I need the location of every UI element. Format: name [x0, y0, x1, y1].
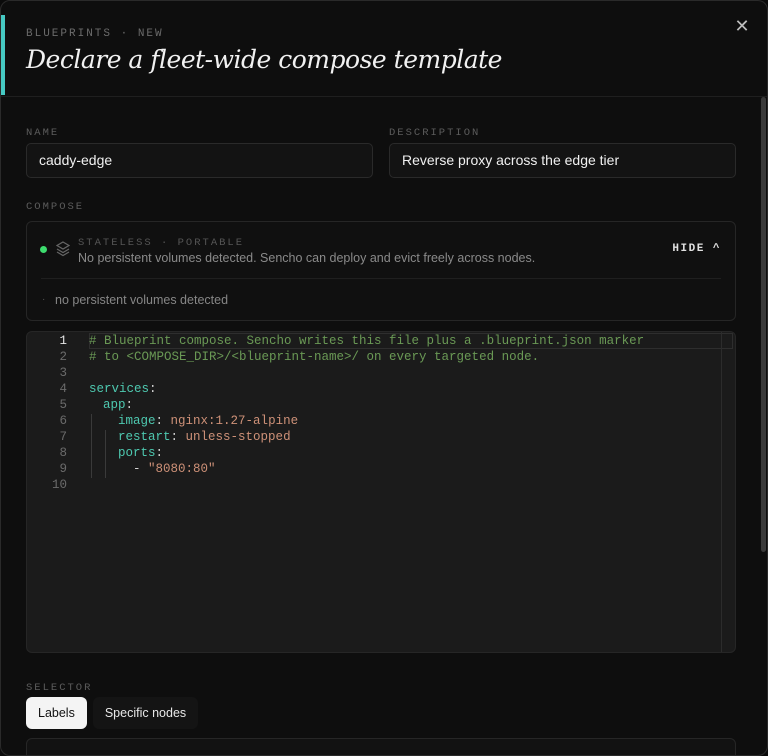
line-number: 8: [59, 446, 67, 460]
code-line: restart: unless-stopped: [118, 430, 291, 444]
selector-label: SELECTOR: [26, 682, 93, 694]
compose-status-card: STATELESS · PORTABLE No persistent volum…: [26, 221, 736, 321]
close-icon[interactable]: ✕: [731, 15, 753, 37]
yaml-colon: :: [155, 446, 164, 460]
tab-specific-nodes[interactable]: Specific nodes: [92, 697, 199, 729]
selector-tabs: Labels Specific nodes: [26, 697, 199, 729]
divider: [41, 278, 721, 279]
yaml-value: "8080:80": [148, 462, 216, 476]
code-line: ports:: [118, 446, 163, 460]
layers-icon: [56, 241, 70, 257]
editor-ruler: [721, 332, 722, 652]
breadcrumb: BLUEPRINTS · NEW: [26, 28, 164, 40]
yaml-value: unless-stopped: [185, 430, 291, 444]
code-line: # to <COMPOSE_DIR>/<blueprint-name>/ on …: [89, 350, 540, 364]
line-number: 3: [59, 366, 67, 380]
status-description: No persistent volumes detected. Sencho c…: [78, 251, 536, 265]
yaml-dash: -: [133, 462, 149, 476]
line-number: 9: [59, 462, 67, 476]
tab-labels[interactable]: Labels: [26, 697, 87, 729]
modal-header: BLUEPRINTS · NEW Declare a fleet-wide co…: [1, 1, 767, 97]
line-number: 2: [59, 350, 67, 364]
compose-editor[interactable]: 1 2 3 4 5 6 7 8 9 10 # Blueprint compose…: [26, 331, 736, 653]
line-number: 4: [59, 382, 67, 396]
compose-label: COMPOSE: [26, 201, 85, 213]
yaml-colon: :: [170, 430, 179, 444]
name-label: NAME: [26, 127, 60, 139]
name-field[interactable]: caddy-edge: [26, 143, 373, 178]
yaml-colon: :: [155, 414, 164, 428]
volumes-status-text: no persistent volumes detected: [55, 293, 229, 307]
scrollbar[interactable]: [761, 97, 766, 552]
page-title: Declare a fleet-wide compose template: [26, 45, 502, 74]
blueprint-modal: BLUEPRINTS · NEW Declare a fleet-wide co…: [0, 0, 768, 756]
yaml-colon: :: [149, 382, 157, 396]
yaml-colon: :: [125, 398, 134, 412]
status-dot-icon: [40, 246, 47, 253]
line-number: 1: [59, 334, 67, 348]
yaml-key: services: [89, 382, 150, 396]
status-title: STATELESS · PORTABLE: [78, 237, 245, 249]
description-field[interactable]: Reverse proxy across the edge tier: [389, 143, 736, 178]
code-line: # Blueprint compose. Sencho writes this …: [89, 334, 645, 348]
code-line: app:: [103, 398, 133, 412]
line-number: 10: [51, 478, 67, 492]
line-number: 7: [59, 430, 67, 444]
accent-bar: [1, 15, 5, 95]
line-number: 6: [59, 414, 67, 428]
yaml-key: ports: [118, 446, 156, 460]
code-line: - "8080:80": [133, 462, 216, 476]
indent-guide: [105, 430, 106, 478]
selector-input-box[interactable]: [26, 738, 736, 755]
bullet: ·: [42, 294, 46, 305]
yaml-key: restart: [118, 430, 171, 444]
code-line: services:: [89, 382, 157, 396]
yaml-key: app: [103, 398, 126, 412]
yaml-key: image: [118, 414, 156, 428]
description-label: DESCRIPTION: [389, 127, 481, 139]
hide-button[interactable]: HIDE ^: [672, 243, 721, 255]
code-line: image: nginx:1.27-alpine: [118, 414, 298, 428]
line-number: 5: [59, 398, 67, 412]
indent-guide: [91, 414, 92, 478]
yaml-value: nginx:1.27-alpine: [170, 414, 299, 428]
